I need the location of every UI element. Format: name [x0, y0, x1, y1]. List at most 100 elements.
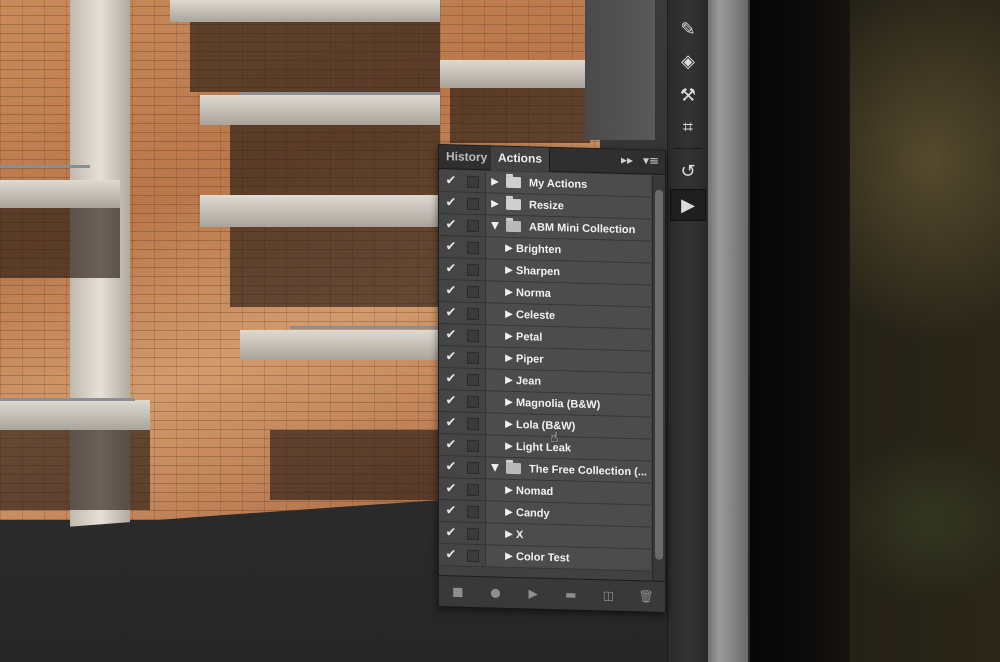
expand-triangle-icon[interactable]: ▶ — [502, 419, 516, 430]
toggle-item-icon[interactable]: ✔ — [439, 217, 463, 233]
expand-triangle-icon[interactable]: ▶ — [502, 287, 516, 298]
expand-triangle-icon[interactable]: ▶ — [502, 331, 516, 342]
balcony-shadow — [230, 227, 440, 307]
toggle-dialog-box[interactable] — [467, 329, 479, 342]
toggle-dialog-box[interactable] — [467, 483, 479, 496]
expand-triangle-icon[interactable]: ▶ — [502, 485, 516, 496]
tab-actions[interactable]: Actions — [491, 146, 551, 172]
toggle-dialog-box[interactable] — [467, 549, 479, 562]
toggle-item-icon[interactable]: ✔ — [439, 525, 463, 541]
toggle-item-icon[interactable]: ✔ — [439, 261, 463, 277]
action-row[interactable]: ✔ ▶ Color Test — [439, 544, 651, 572]
paths-icon[interactable]: ⌗ — [668, 112, 708, 142]
actions-scrollbar[interactable] — [652, 175, 665, 581]
expand-triangle-icon[interactable]: ▶ — [502, 375, 516, 386]
toggle-item-icon[interactable]: ✔ — [439, 415, 463, 431]
toggle-dialog-box[interactable] — [467, 219, 479, 232]
toggle-dialog-box[interactable] — [467, 175, 479, 188]
collapse-triangle-icon[interactable]: ▼ — [488, 462, 502, 473]
action-label: Nomad — [516, 484, 554, 498]
brush-presets-icon[interactable]: ⚒ — [668, 80, 708, 110]
balcony-slab — [240, 330, 440, 360]
new-action-icon[interactable]: ◫ — [597, 588, 619, 603]
stop-icon[interactable]: ■ — [447, 584, 469, 599]
action-label: Lola (B&W) — [516, 418, 576, 433]
expand-triangle-icon[interactable]: ▶ — [488, 198, 502, 209]
actions-icon[interactable]: ▶ — [670, 189, 706, 221]
balcony-shadow — [0, 430, 150, 510]
balcony-rail — [0, 165, 90, 168]
toggle-item-icon[interactable]: ✔ — [439, 305, 463, 321]
expand-triangle-icon[interactable]: ▶ — [502, 309, 516, 320]
toggle-dialog-box[interactable] — [467, 197, 479, 210]
scrollbar-thumb[interactable] — [655, 189, 663, 560]
toggle-item-icon[interactable]: ✔ — [439, 239, 463, 255]
history-icon[interactable]: ↺ — [668, 156, 708, 186]
expand-triangle-icon[interactable]: ▶ — [502, 397, 516, 408]
play-icon[interactable]: ▶ — [522, 586, 544, 601]
toggle-item-icon[interactable]: ✔ — [439, 503, 463, 519]
action-label: Brighten — [516, 242, 562, 256]
action-set-label: ABM Mini Collection — [529, 220, 636, 236]
toggle-dialog-box[interactable] — [467, 285, 479, 298]
canvas-edge — [585, 0, 655, 140]
delete-icon[interactable]: 🗑 — [635, 589, 657, 604]
expand-triangle-icon[interactable]: ▶ — [502, 551, 516, 562]
balcony-rail — [290, 326, 440, 329]
hand-cursor-icon: ☝ — [550, 430, 559, 446]
toggle-dialog-box[interactable] — [467, 527, 479, 540]
toggle-item-icon[interactable]: ✔ — [439, 283, 463, 299]
balcony-shadow — [270, 430, 440, 500]
toggle-dialog-box[interactable] — [467, 263, 479, 276]
balcony-shadow — [190, 22, 440, 92]
toggle-dialog-box[interactable] — [467, 417, 479, 430]
expand-triangle-icon[interactable]: ▶ — [502, 265, 516, 276]
toggle-item-icon[interactable]: ✔ — [439, 437, 463, 453]
collapse-icon[interactable]: ▸▸ — [621, 153, 633, 167]
tab-history[interactable]: History — [439, 145, 496, 170]
expand-triangle-icon[interactable]: ▶ — [502, 507, 516, 518]
action-label: Petal — [516, 330, 543, 344]
action-set-label: My Actions — [529, 176, 588, 191]
expand-triangle-icon[interactable]: ▶ — [502, 529, 516, 540]
toggle-item-icon[interactable]: ✔ — [439, 393, 463, 409]
action-label: X — [516, 528, 524, 541]
toggle-item-icon[interactable]: ✔ — [439, 371, 463, 387]
toggle-dialog-box[interactable] — [467, 351, 479, 364]
panel-menu-icon[interactable]: ▾≡ — [643, 153, 659, 167]
toggle-item-icon[interactable]: ✔ — [439, 349, 463, 365]
action-label: Jean — [516, 374, 542, 388]
toggle-dialog-box[interactable] — [467, 505, 479, 518]
expand-triangle-icon[interactable]: ▶ — [488, 176, 502, 187]
toggle-item-icon[interactable]: ✔ — [439, 173, 463, 189]
panel-footer: ■ ● ▶ ▬ ◫ 🗑 — [439, 575, 665, 612]
toggle-dialog-box[interactable] — [467, 395, 479, 408]
toggle-dialog-box[interactable] — [467, 373, 479, 386]
balcony-shadow — [450, 88, 590, 143]
expand-triangle-icon[interactable]: ▶ — [502, 353, 516, 364]
toggle-dialog-box[interactable] — [467, 439, 479, 452]
balcony-shadow — [230, 125, 440, 205]
toggle-item-icon[interactable]: ✔ — [439, 327, 463, 343]
toggle-item-icon[interactable]: ✔ — [439, 459, 463, 475]
layers-icon[interactable]: ◈ — [668, 46, 708, 76]
toggle-dialog-box[interactable] — [467, 241, 479, 254]
toggle-item-icon[interactable]: ✔ — [439, 481, 463, 497]
record-icon[interactable]: ● — [484, 585, 506, 600]
toggle-item-icon[interactable]: ✔ — [439, 547, 463, 563]
toggle-item-icon[interactable]: ✔ — [439, 195, 463, 211]
balcony-rail — [240, 92, 440, 95]
action-label: Candy — [516, 506, 550, 520]
action-label: Magnolia (B&W) — [516, 396, 601, 411]
actions-list: ✔ ▶ My Actions ✔ ▶ Resize ✔ ▼ ABM Mini C… — [439, 170, 651, 572]
toggle-dialog-box[interactable] — [467, 307, 479, 320]
expand-triangle-icon[interactable]: ▶ — [502, 441, 516, 452]
toggle-dialog-box[interactable] — [467, 461, 479, 474]
new-set-icon[interactable]: ▬ — [560, 587, 582, 602]
open-folder-icon — [506, 220, 521, 233]
monitor-bezel — [740, 0, 850, 662]
expand-triangle-icon[interactable]: ▶ — [502, 243, 516, 254]
balcony-slab — [0, 400, 150, 430]
brush-settings-icon[interactable]: ✎ — [668, 14, 708, 44]
collapse-triangle-icon[interactable]: ▼ — [488, 220, 502, 231]
